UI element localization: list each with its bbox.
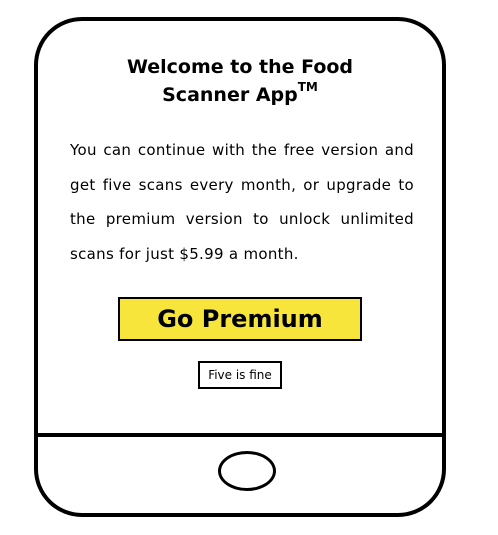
upgrade-message: You can continue with the free version a… bbox=[70, 141, 414, 263]
home-button-icon[interactable] bbox=[218, 451, 276, 491]
welcome-title-line1: Welcome to the Food bbox=[126, 56, 354, 78]
phone-frame: Welcome to the Food Scanner AppTM You ca… bbox=[34, 17, 446, 517]
screen-divider bbox=[38, 433, 442, 437]
trademark-mark: TM bbox=[297, 80, 318, 94]
app-screen: Welcome to the Food Scanner AppTM You ca… bbox=[58, 39, 422, 434]
five-is-fine-button[interactable]: Five is fine bbox=[198, 361, 282, 389]
go-premium-button[interactable]: Go Premium bbox=[118, 297, 362, 341]
welcome-title: Welcome to the Food Scanner AppTM bbox=[58, 53, 422, 109]
welcome-title-line2: Scanner App bbox=[162, 84, 298, 106]
